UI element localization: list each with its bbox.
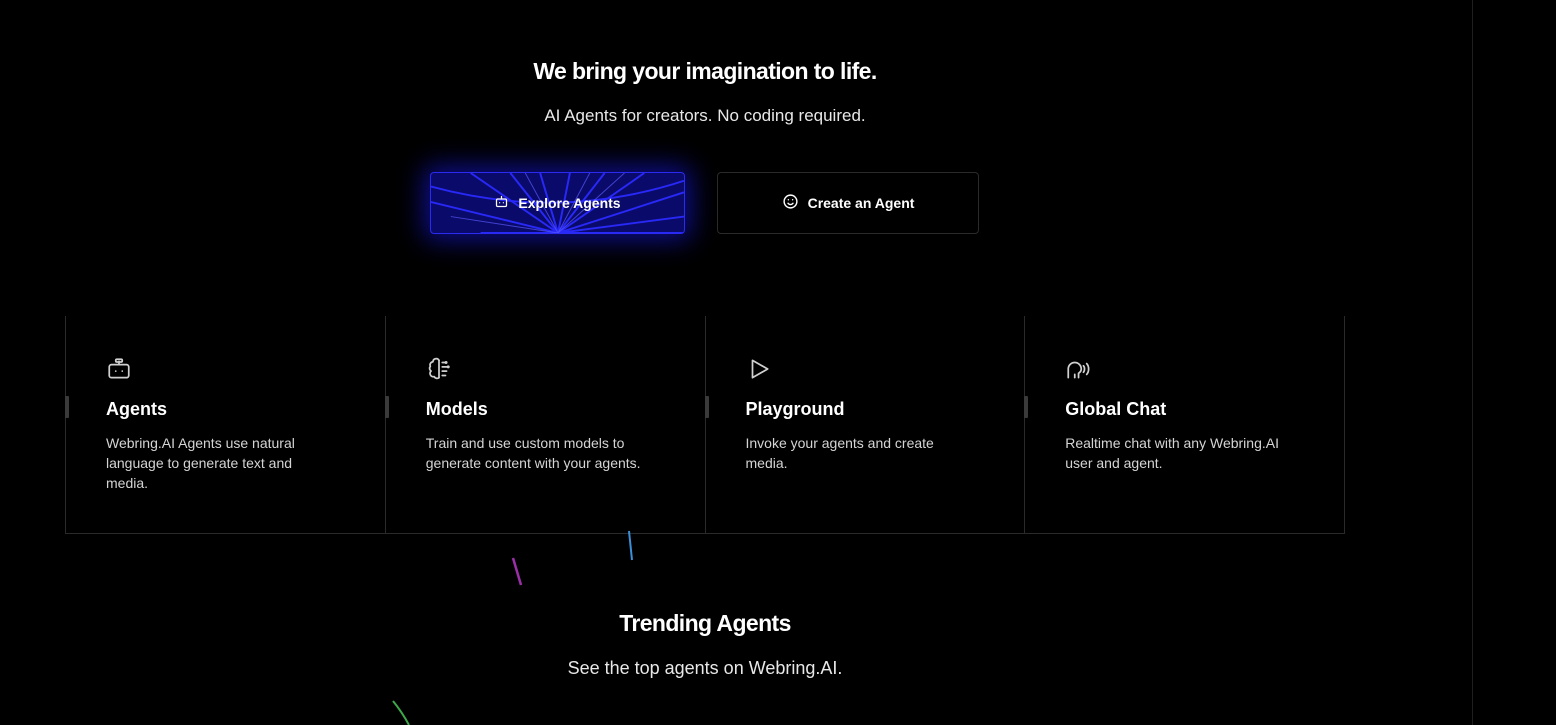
explore-agents-label: Explore Agents: [518, 195, 621, 211]
feature-card-agents[interactable]: Agents Webring.AI Agents use natural lan…: [65, 316, 385, 533]
robot-icon: [494, 194, 509, 212]
speaking-head-icon: [1065, 356, 1091, 382]
streak-green: [392, 700, 410, 725]
feature-title: Playground: [745, 399, 845, 419]
brain-icon: [426, 356, 452, 382]
feature-description: Webring.AI Agents use natural language t…: [106, 435, 295, 491]
features-grid: Agents Webring.AI Agents use natural lan…: [65, 316, 1345, 534]
robot-icon: [106, 356, 132, 382]
feature-card-models[interactable]: Models Train and use custom models to ge…: [384, 316, 705, 533]
card-marker: [704, 396, 709, 418]
feature-title: Global Chat: [1065, 399, 1167, 419]
card-marker: [384, 396, 389, 418]
feature-description: Realtime chat with any Webring.AI user a…: [1065, 435, 1279, 471]
create-agent-button[interactable]: Create an Agent: [717, 172, 979, 234]
feature-title: Agents: [106, 399, 168, 419]
feature-title: Models: [425, 399, 488, 419]
streak-purple: [511, 557, 523, 586]
feature-description: Train and use custom models to generate …: [425, 435, 641, 471]
play-icon: [746, 356, 772, 382]
feature-card-playground[interactable]: Playground Invoke your agents and create…: [704, 316, 1025, 533]
card-marker: [1024, 396, 1029, 418]
landing-page: We bring your imagination to life. AI Ag…: [0, 0, 1556, 725]
hero-subtitle: AI Agents for creators. No coding requir…: [544, 106, 866, 125]
scroll-divider: [1472, 0, 1473, 725]
create-agent-label: Create an Agent: [807, 195, 915, 211]
card-marker: [65, 396, 69, 418]
hero-title: We bring your imagination to life.: [533, 58, 877, 84]
trending-title: Trending Agents: [619, 610, 791, 636]
streak-blue: [628, 530, 633, 561]
explore-agents-button[interactable]: Explore Agents: [430, 172, 685, 234]
feature-description: Invoke your agents and create media.: [745, 435, 934, 471]
smiley-icon: [782, 193, 799, 213]
feature-card-global-chat[interactable]: Global Chat Realtime chat with any Webri…: [1024, 316, 1345, 533]
trending-subtitle: See the top agents on Webring.AI.: [567, 658, 843, 678]
